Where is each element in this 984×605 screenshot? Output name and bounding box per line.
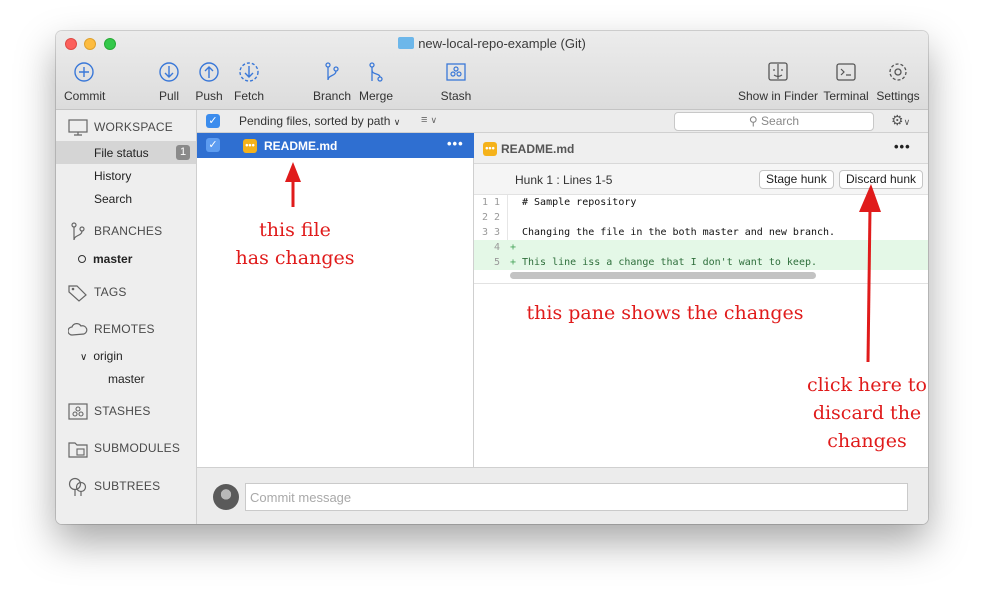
arrow-to-file-head	[285, 162, 301, 182]
arrow-to-discard	[866, 207, 872, 363]
arrow-to-discard-head	[859, 184, 881, 212]
annotation-arrows	[285, 162, 881, 363]
